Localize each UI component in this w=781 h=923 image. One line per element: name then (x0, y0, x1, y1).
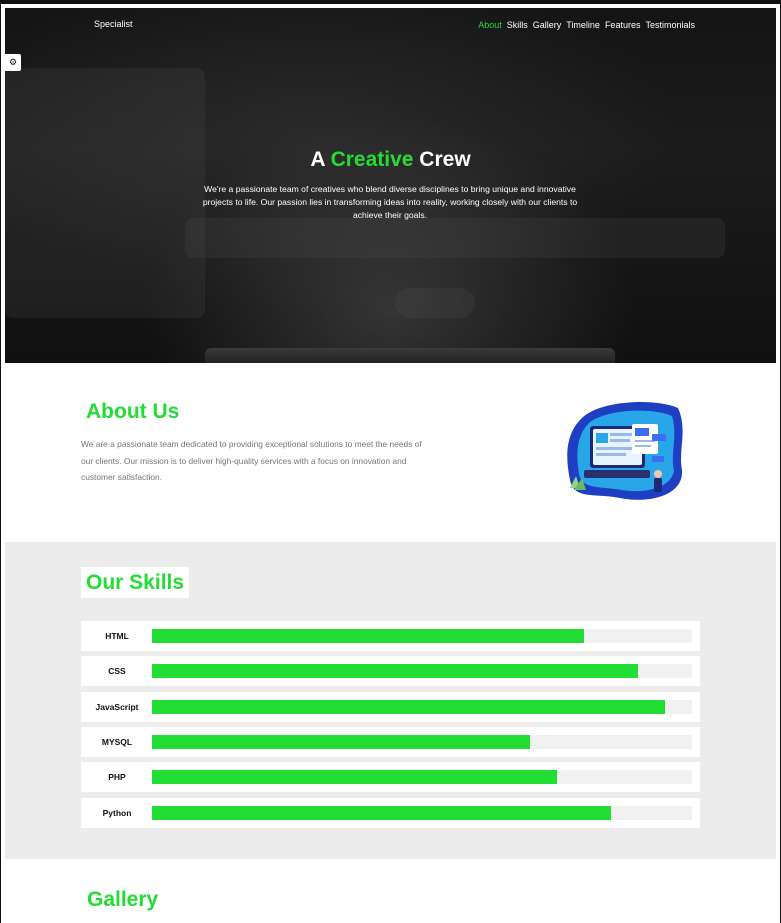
skill-progress-track (152, 700, 692, 714)
skill-progress-track (152, 770, 692, 784)
skill-progress-track (152, 806, 692, 820)
skills-section: Our Skills HTML CSS JavaScript MYSQL PHP Pyth… (5, 542, 776, 859)
skill-label: Python (102, 808, 132, 818)
skill-row: CSS (81, 656, 700, 686)
hero-background-shape (185, 218, 725, 258)
hero-title-pre: A (310, 148, 325, 171)
skill-label: JavaScript (95, 702, 139, 712)
hero-title: A Creative Crew (5, 148, 776, 172)
skill-row: JavaScript (81, 692, 700, 722)
skill-progress-fill (152, 629, 584, 643)
skill-row: HTML (81, 621, 700, 651)
about-title: About Us (86, 400, 180, 423)
skill-progress-fill (152, 735, 530, 749)
about-description: We are a passionate team dedicated to pr… (81, 439, 422, 482)
skill-row: Python (81, 798, 700, 828)
skill-progress-fill (152, 770, 557, 784)
skill-label: PHP (108, 772, 126, 782)
hero-background-shape (5, 68, 205, 318)
hero-laptop-shape (205, 348, 615, 363)
gear-icon: ⚙ (8, 57, 18, 67)
skill-progress-fill (152, 806, 611, 820)
hero-section: Specialist About Skills Gallery Timeline… (5, 8, 776, 363)
skill-progress-track (152, 664, 692, 678)
gallery-title: Gallery (87, 888, 159, 911)
skill-label: MYSQL (101, 737, 133, 747)
hero-background-shape (395, 288, 475, 318)
hero-title-accent: Creative (330, 148, 414, 171)
about-illustration (560, 400, 688, 505)
nav-link-features[interactable]: Features (605, 20, 641, 30)
nav-link-timeline[interactable]: Timeline (566, 20, 600, 30)
skill-progress-track (152, 735, 692, 749)
skill-progress-fill (152, 700, 665, 714)
skill-progress-fill (152, 664, 638, 678)
settings-toggle-button[interactable]: ⚙ (5, 54, 21, 71)
skill-label: HTML (105, 631, 129, 641)
nav-link-skills[interactable]: Skills (507, 20, 528, 30)
nav-link-testimonials[interactable]: Testimonials (645, 20, 695, 30)
skill-label: CSS (108, 666, 126, 676)
nav-link-about[interactable]: About (478, 20, 502, 30)
nav-link-gallery[interactable]: Gallery (533, 20, 562, 30)
skill-progress-track (152, 629, 692, 643)
skill-row: MYSQL (81, 727, 700, 757)
skill-row: PHP (81, 762, 700, 792)
hero-title-post: Crew (419, 148, 471, 171)
skills-title: Our Skills (81, 567, 190, 598)
brand-logo[interactable]: Specialist (94, 19, 133, 29)
main-nav: About Skills Gallery Timeline Features T… (478, 20, 695, 30)
hero-description: We're a passionate team of creatives who… (202, 184, 578, 220)
